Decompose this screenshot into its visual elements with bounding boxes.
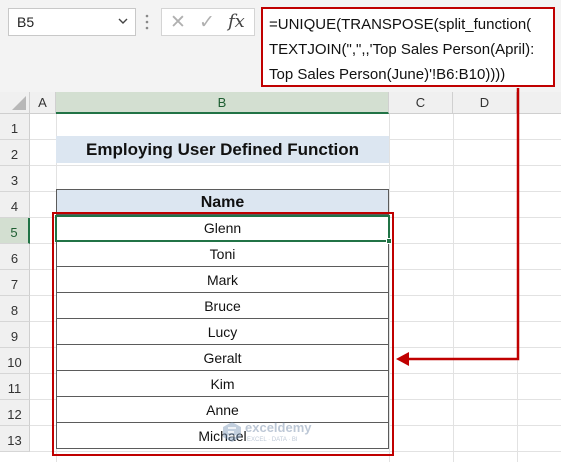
name-box[interactable]: B5: [8, 8, 136, 36]
row-header-9[interactable]: 9: [0, 322, 30, 348]
gridline: [30, 165, 561, 166]
formula-line-2: TEXTJOIN(",",,'Top Sales Person(April):: [269, 41, 535, 58]
row-header-12[interactable]: 12: [0, 400, 30, 426]
row-header-5[interactable]: 5: [0, 218, 30, 244]
gridline: [453, 114, 454, 462]
chevron-down-icon[interactable]: [117, 15, 129, 27]
row-header-10[interactable]: 10: [0, 348, 30, 374]
svg-text:EXCEL · DATA · BI: EXCEL · DATA · BI: [247, 437, 298, 442]
row-header-2[interactable]: 2: [0, 140, 30, 166]
select-all-icon: [12, 96, 26, 110]
drag-handle-icon[interactable]: [144, 13, 150, 31]
row-header-13[interactable]: 13: [0, 426, 30, 452]
cancel-icon[interactable]: ✕: [170, 11, 186, 34]
enter-icon[interactable]: ✓: [199, 11, 215, 34]
row-header-1[interactable]: 1: [0, 114, 30, 140]
column-header-e[interactable]: [517, 92, 561, 114]
row-header-4[interactable]: 4: [0, 192, 30, 218]
column-header-c[interactable]: C: [389, 92, 453, 114]
column-header-d[interactable]: D: [453, 92, 517, 114]
insert-function-icon[interactable]: fx: [228, 11, 245, 32]
formula-buttons: ✕ ✓ fx: [161, 8, 255, 36]
select-all-corner[interactable]: [0, 92, 30, 114]
exceldemy-watermark-logo: exceldemy EXCEL · DATA · BI: [223, 420, 312, 442]
formula-input[interactable]: =UNIQUE(TRANSPOSE(split_function( TEXTJOI…: [261, 7, 555, 87]
sheet-title[interactable]: Employing User Defined Function: [56, 136, 389, 163]
column-header-a[interactable]: A: [30, 92, 56, 114]
row-header-11[interactable]: 11: [0, 374, 30, 400]
formula-line-3: Top Sales Person(June)'!B6:B10)))): [269, 66, 506, 83]
gridline: [517, 114, 518, 462]
name-box-value: B5: [17, 14, 35, 30]
row-header-8[interactable]: 8: [0, 296, 30, 322]
row-header-7[interactable]: 7: [0, 270, 30, 296]
column-header-b[interactable]: B: [56, 92, 389, 114]
row-header-3[interactable]: 3: [0, 166, 30, 192]
svg-text:exceldemy: exceldemy: [245, 420, 312, 435]
row-header-6[interactable]: 6: [0, 244, 30, 270]
formula-line-1: =UNIQUE(TRANSPOSE(split_function(: [269, 16, 532, 33]
